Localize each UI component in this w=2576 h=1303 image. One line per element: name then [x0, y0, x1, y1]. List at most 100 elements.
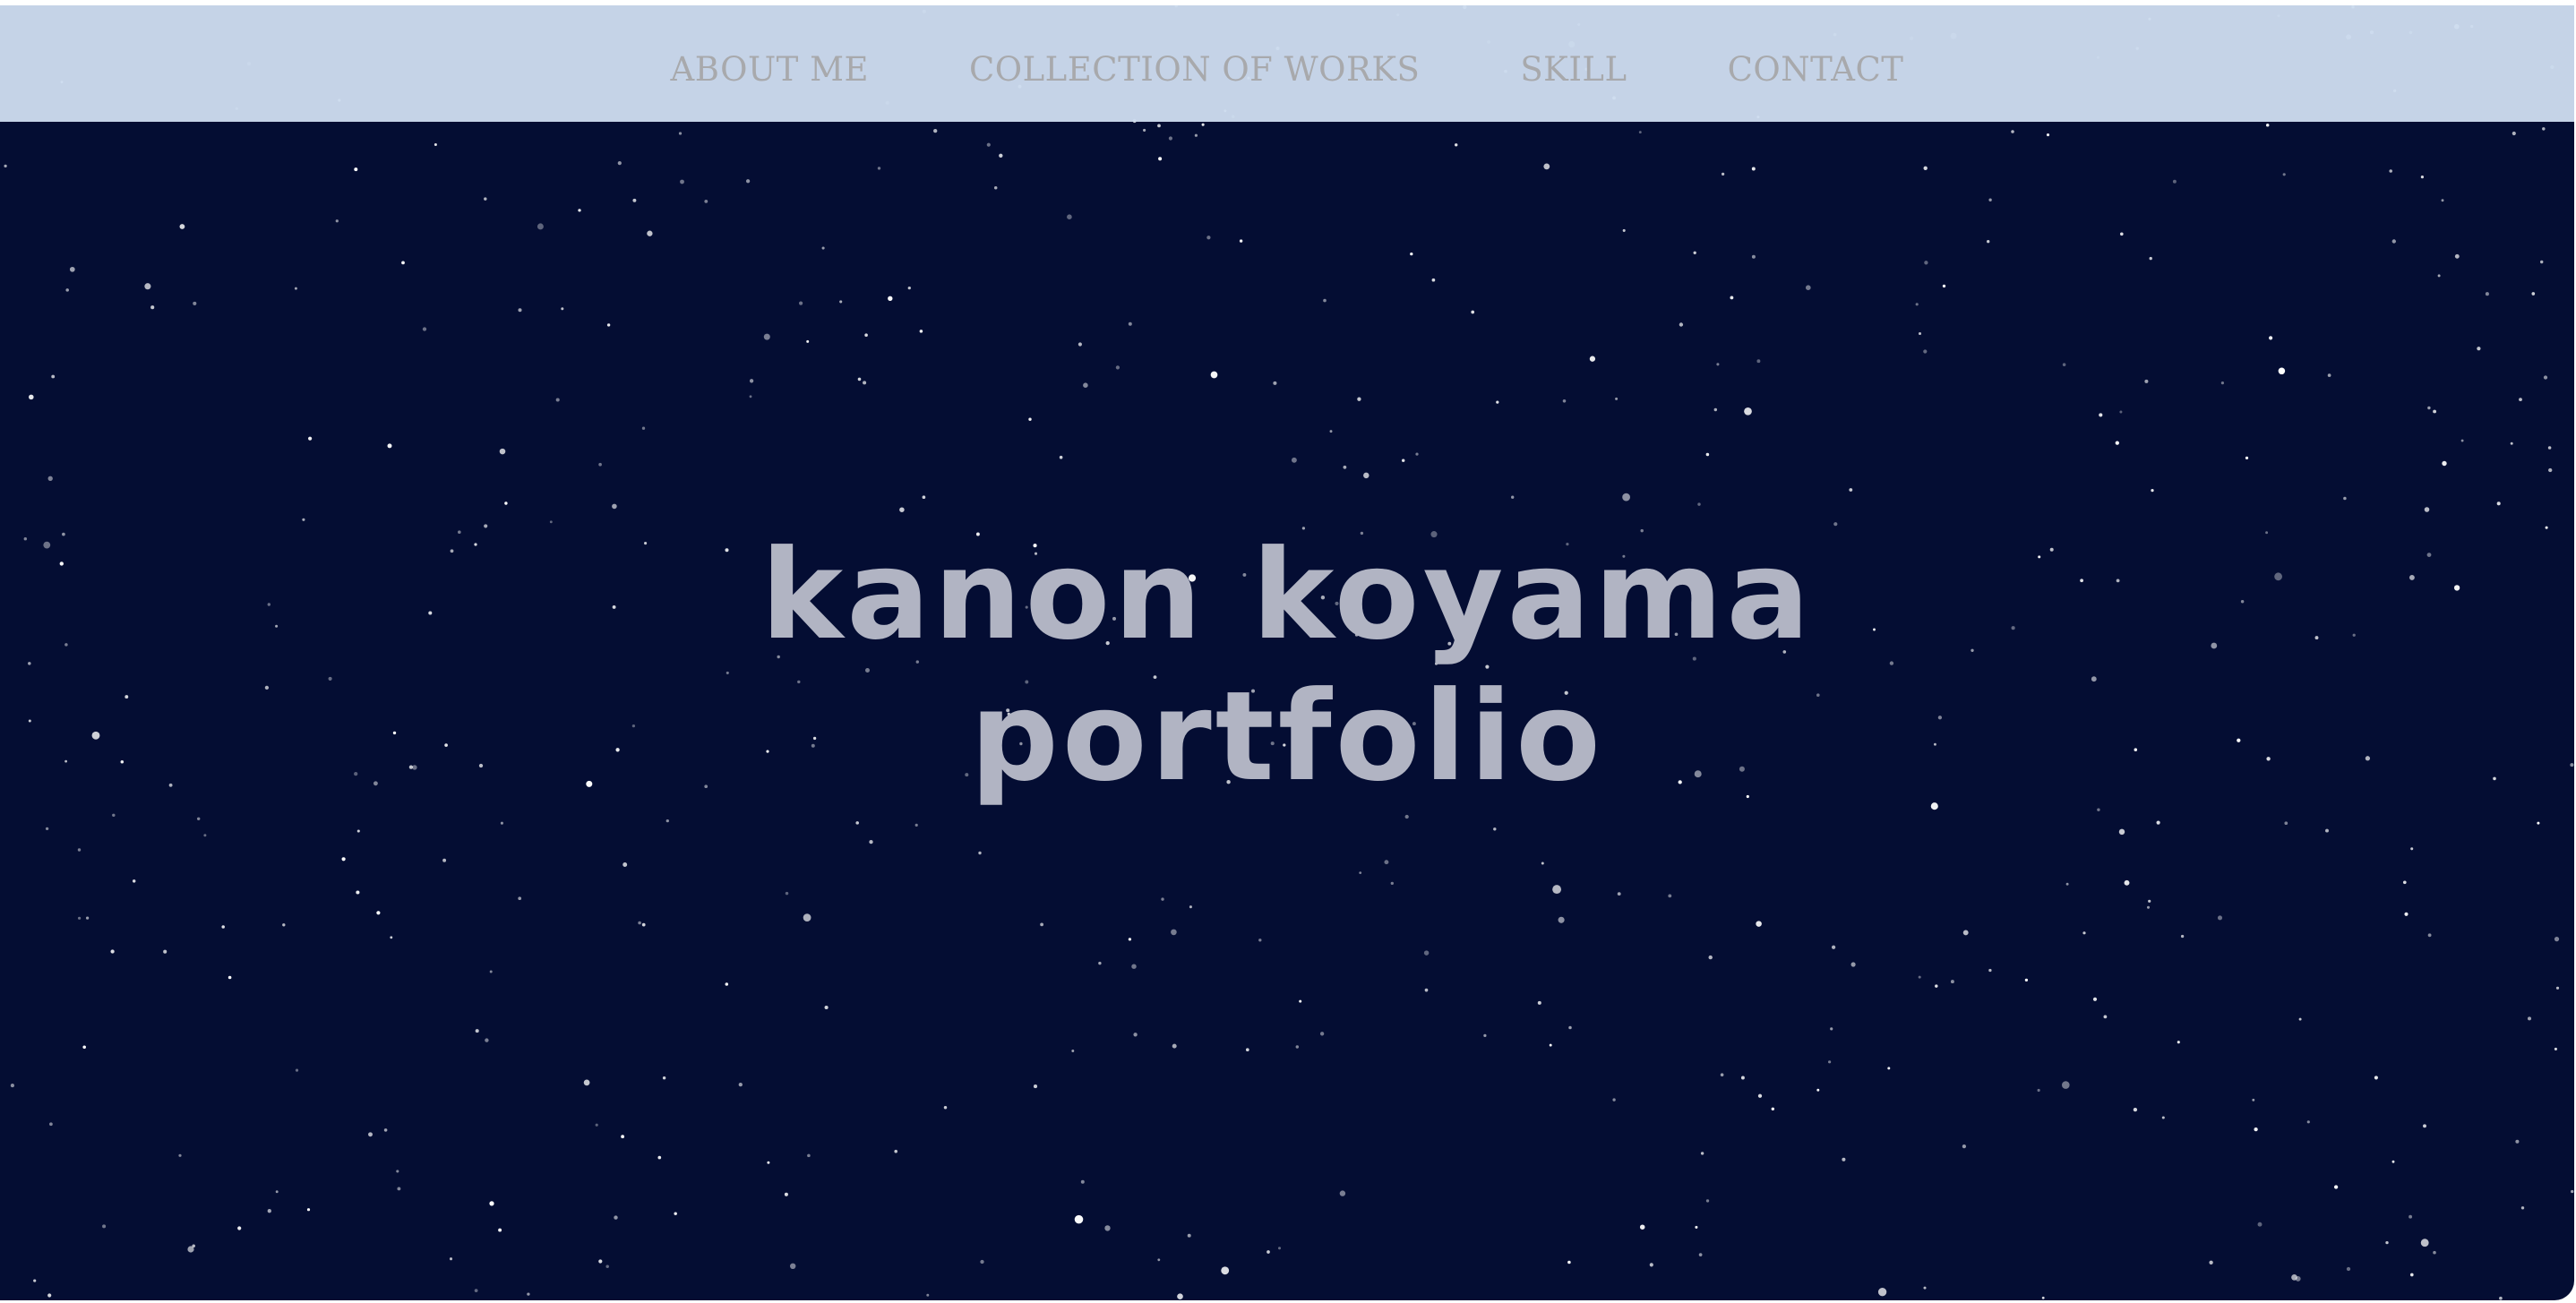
- star: [583, 1079, 590, 1086]
- star: [2146, 905, 2151, 909]
- star: [1401, 459, 1405, 462]
- star: [2295, 1275, 2301, 1282]
- star: [178, 1153, 182, 1157]
- star: [267, 1209, 271, 1213]
- star: [1384, 860, 1389, 865]
- star: [2327, 373, 2331, 377]
- star: [69, 266, 75, 272]
- star: [864, 333, 868, 337]
- star: [803, 913, 811, 922]
- star: [2037, 1088, 2040, 1093]
- star: [2485, 292, 2489, 296]
- star: [401, 261, 405, 265]
- star: [2180, 934, 2185, 939]
- star: [1267, 1250, 1270, 1254]
- star: [2172, 179, 2177, 184]
- nav-link-collection-of-works[interactable]: COLLECTION OF WORKS: [969, 53, 1420, 86]
- star: [82, 1045, 86, 1050]
- star: [112, 813, 116, 818]
- star: [1877, 1288, 1887, 1297]
- star: [383, 1128, 388, 1132]
- star: [1541, 862, 1544, 865]
- star: [738, 1082, 743, 1087]
- star: [1740, 1076, 1745, 1080]
- star: [2325, 828, 2329, 833]
- star: [621, 1135, 625, 1139]
- star: [2515, 1139, 2520, 1144]
- star: [555, 398, 560, 402]
- star: [1716, 363, 1720, 366]
- star: [1842, 1157, 1846, 1162]
- star: [1923, 1286, 1927, 1290]
- star: [943, 1105, 948, 1110]
- star: [2554, 1047, 2557, 1050]
- star: [2124, 879, 2130, 886]
- star: [1168, 136, 1172, 141]
- nav-link-contact[interactable]: CONTACT: [1728, 53, 1904, 86]
- nav-link-skill[interactable]: SKILL: [1520, 53, 1627, 86]
- star: [187, 1246, 194, 1253]
- star: [2151, 488, 2154, 493]
- star: [1221, 1266, 1230, 1275]
- star: [1067, 214, 1072, 220]
- star: [1329, 430, 1333, 433]
- star: [368, 1132, 373, 1137]
- star: [2389, 169, 2392, 173]
- nav-link-about-me[interactable]: ABOUT ME: [671, 53, 869, 86]
- star: [1751, 254, 1756, 259]
- star: [1751, 167, 1756, 171]
- star: [1537, 1000, 1541, 1005]
- star: [2499, 1296, 2503, 1300]
- star: [1549, 1043, 1552, 1047]
- star: [1404, 814, 1409, 819]
- star: [1918, 331, 1922, 336]
- star: [598, 1259, 603, 1264]
- star: [4, 164, 7, 168]
- star: [1705, 452, 1710, 457]
- star: [1612, 1098, 1616, 1102]
- star: [1622, 493, 1630, 501]
- star: [578, 209, 581, 212]
- star: [2119, 232, 2124, 236]
- star: [1083, 382, 1088, 388]
- star: [598, 462, 602, 467]
- star: [1552, 885, 1562, 895]
- star: [475, 1029, 479, 1033]
- star: [2346, 1266, 2351, 1272]
- star: [1071, 1050, 1075, 1052]
- star: [1424, 988, 1429, 992]
- star: [1915, 303, 1919, 306]
- star: [163, 949, 167, 954]
- star: [2404, 912, 2409, 916]
- star: [1700, 1152, 1704, 1155]
- star: [1962, 1144, 1967, 1149]
- star: [2427, 406, 2431, 410]
- star: [914, 823, 918, 827]
- star: [1649, 1263, 1653, 1267]
- star: [657, 1155, 662, 1160]
- star: [1693, 251, 1696, 254]
- star: [537, 223, 544, 230]
- star: [2496, 501, 2501, 506]
- star: [595, 1123, 598, 1127]
- star: [2133, 1107, 2138, 1112]
- star: [193, 301, 197, 305]
- star: [179, 224, 185, 229]
- star: [2554, 936, 2560, 942]
- star: [2571, 1189, 2574, 1194]
- star: [749, 395, 752, 399]
- star: [2306, 1120, 2310, 1124]
- star: [2220, 381, 2224, 385]
- star: [29, 394, 34, 400]
- star: [1359, 871, 1362, 874]
- star: [2092, 997, 2098, 1001]
- star: [1040, 922, 1043, 927]
- star: [1988, 968, 1992, 973]
- star: [449, 1257, 453, 1261]
- star: [1410, 252, 1413, 256]
- star: [1496, 400, 1499, 404]
- star: [1615, 397, 1619, 400]
- star: [2547, 446, 2552, 450]
- star: [1558, 916, 1565, 923]
- star: [500, 821, 503, 825]
